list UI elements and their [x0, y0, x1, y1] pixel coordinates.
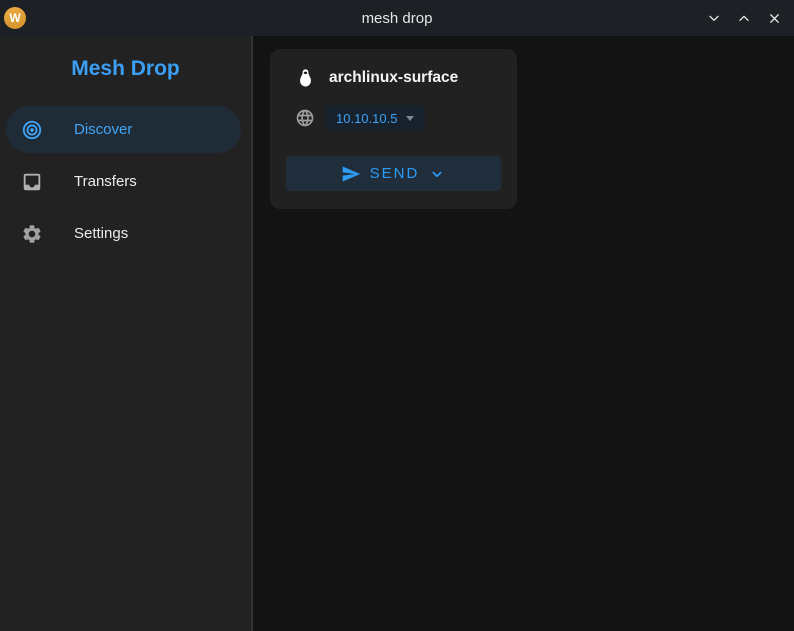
globe-icon — [295, 108, 315, 128]
chevron-down-icon — [706, 10, 722, 26]
main-content: archlinux-surface 10.10.10.5 SEND — [255, 36, 794, 631]
sidebar: Mesh Drop Discover Transfers Settings — [0, 36, 253, 631]
ip-address-dropdown[interactable]: 10.10.10.5 — [325, 105, 425, 131]
ip-address-value: 10.10.10.5 — [336, 111, 397, 126]
send-button[interactable]: SEND — [286, 156, 501, 191]
close-button[interactable] — [762, 6, 786, 30]
window-title: mesh drop — [0, 10, 794, 27]
device-address-row: 10.10.10.5 — [286, 105, 501, 131]
gear-icon — [21, 223, 43, 245]
sidebar-item-label: Settings — [74, 225, 128, 242]
sidebar-item-transfers[interactable]: Transfers — [6, 158, 241, 205]
send-icon — [341, 164, 361, 184]
app-logo-letter: W — [9, 12, 20, 24]
send-button-label: SEND — [370, 165, 420, 182]
chevron-down-icon — [428, 165, 446, 183]
dropdown-caret-icon — [406, 116, 414, 121]
app-logo: W — [4, 7, 26, 29]
app-title: Mesh Drop — [0, 54, 251, 84]
radar-icon — [21, 119, 43, 141]
linux-penguin-icon — [295, 66, 316, 90]
device-identity-row: archlinux-surface — [286, 66, 501, 90]
title-bar: W mesh drop — [0, 0, 794, 36]
sidebar-item-discover[interactable]: Discover — [6, 106, 241, 153]
close-icon — [767, 11, 782, 26]
inbox-icon — [21, 171, 43, 193]
maximize-button[interactable] — [732, 6, 756, 30]
chevron-up-icon — [736, 10, 752, 26]
device-card: archlinux-surface 10.10.10.5 SEND — [270, 49, 517, 209]
sidebar-nav: Discover Transfers Settings — [0, 106, 251, 257]
device-name: archlinux-surface — [329, 69, 458, 87]
app-window: { "window": { "title": "mesh drop", "log… — [0, 0, 794, 631]
sidebar-item-label: Discover — [74, 121, 132, 138]
minimize-button[interactable] — [702, 6, 726, 30]
sidebar-item-settings[interactable]: Settings — [6, 210, 241, 257]
window-controls — [702, 6, 794, 30]
sidebar-item-label: Transfers — [74, 173, 137, 190]
